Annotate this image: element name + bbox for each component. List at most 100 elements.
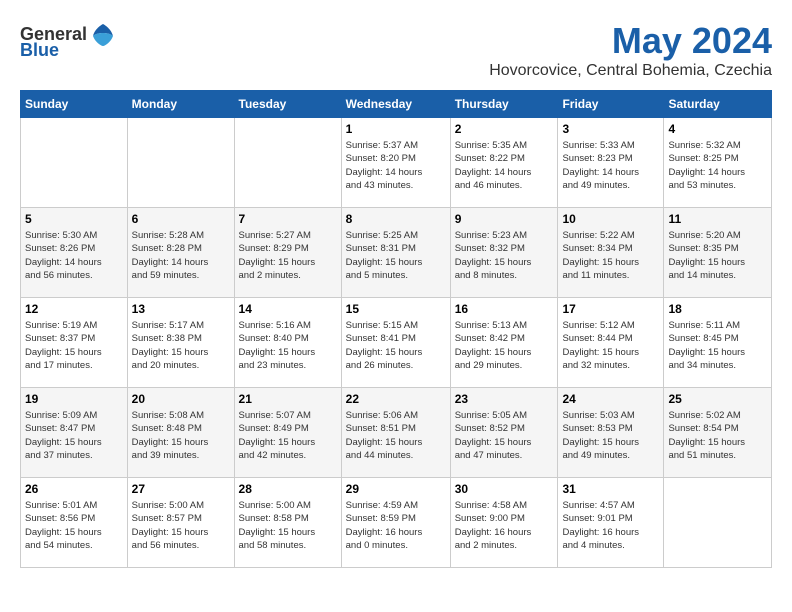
- calendar-cell: 5 Sunrise: 5:30 AM Sunset: 8:26 PM Daylig…: [21, 208, 128, 298]
- month-title: May 2024: [489, 20, 772, 62]
- calendar-cell: 7 Sunrise: 5:27 AM Sunset: 8:29 PM Daylig…: [234, 208, 341, 298]
- weekday-header: Tuesday: [234, 91, 341, 118]
- day-info: Sunrise: 5:02 AM Sunset: 8:54 PM Dayligh…: [668, 409, 767, 462]
- calendar-cell: 26Sunrise: 5:01 AM Sunset: 8:56 PM Dayli…: [21, 478, 128, 568]
- day-number: 9: [455, 212, 554, 226]
- day-number: 11: [668, 212, 767, 226]
- day-info: Sunrise: 5:35 AM Sunset: 8:22 PM Dayligh…: [455, 139, 554, 192]
- day-number: 20: [132, 392, 230, 406]
- day-info: Sunrise: 5:00 AM Sunset: 8:57 PM Dayligh…: [132, 499, 230, 552]
- day-number: 29: [346, 482, 446, 496]
- calendar-cell: 2 Sunrise: 5:35 AM Sunset: 8:22 PM Daylig…: [450, 118, 558, 208]
- logo-icon: [89, 20, 117, 48]
- calendar-week-row: 5 Sunrise: 5:30 AM Sunset: 8:26 PM Daylig…: [21, 208, 772, 298]
- calendar-cell: 24Sunrise: 5:03 AM Sunset: 8:53 PM Dayli…: [558, 388, 664, 478]
- day-number: 19: [25, 392, 123, 406]
- calendar-cell: 4Sunrise: 5:32 AM Sunset: 8:25 PM Daylig…: [664, 118, 772, 208]
- calendar-cell: 29 Sunrise: 4:59 AM Sunset: 8:59 PM Dayli…: [341, 478, 450, 568]
- day-info: Sunrise: 5:37 AM Sunset: 8:20 PM Dayligh…: [346, 139, 446, 192]
- weekday-header: Thursday: [450, 91, 558, 118]
- day-info: Sunrise: 4:58 AM Sunset: 9:00 PM Dayligh…: [455, 499, 554, 552]
- day-number: 2: [455, 122, 554, 136]
- calendar-cell: 31Sunrise: 4:57 AM Sunset: 9:01 PM Dayli…: [558, 478, 664, 568]
- day-info: Sunrise: 5:11 AM Sunset: 8:45 PM Dayligh…: [668, 319, 767, 372]
- day-number: 6: [132, 212, 230, 226]
- weekday-header: Sunday: [21, 91, 128, 118]
- day-number: 22: [346, 392, 446, 406]
- calendar-week-row: 1 Sunrise: 5:37 AM Sunset: 8:20 PM Daylig…: [21, 118, 772, 208]
- day-info: Sunrise: 5:28 AM Sunset: 8:28 PM Dayligh…: [132, 229, 230, 282]
- day-info: Sunrise: 5:16 AM Sunset: 8:40 PM Dayligh…: [239, 319, 337, 372]
- day-number: 23: [455, 392, 554, 406]
- day-info: Sunrise: 5:27 AM Sunset: 8:29 PM Dayligh…: [239, 229, 337, 282]
- calendar-cell: 22 Sunrise: 5:06 AM Sunset: 8:51 PM Dayli…: [341, 388, 450, 478]
- day-info: Sunrise: 4:59 AM Sunset: 8:59 PM Dayligh…: [346, 499, 446, 552]
- day-number: 5: [25, 212, 123, 226]
- weekday-header: Friday: [558, 91, 664, 118]
- day-info: Sunrise: 5:22 AM Sunset: 8:34 PM Dayligh…: [562, 229, 659, 282]
- calendar-cell: 1 Sunrise: 5:37 AM Sunset: 8:20 PM Daylig…: [341, 118, 450, 208]
- calendar-cell: 23 Sunrise: 5:05 AM Sunset: 8:52 PM Dayli…: [450, 388, 558, 478]
- day-number: 3: [562, 122, 659, 136]
- calendar-cell: 17 Sunrise: 5:12 AM Sunset: 8:44 PM Dayli…: [558, 298, 664, 388]
- calendar-week-row: 19 Sunrise: 5:09 AM Sunset: 8:47 PM Dayli…: [21, 388, 772, 478]
- calendar-cell: 14 Sunrise: 5:16 AM Sunset: 8:40 PM Dayli…: [234, 298, 341, 388]
- day-number: 25: [668, 392, 767, 406]
- calendar-cell: [21, 118, 128, 208]
- day-info: Sunrise: 5:30 AM Sunset: 8:26 PM Dayligh…: [25, 229, 123, 282]
- calendar-cell: [127, 118, 234, 208]
- day-info: Sunrise: 5:07 AM Sunset: 8:49 PM Dayligh…: [239, 409, 337, 462]
- day-info: Sunrise: 5:06 AM Sunset: 8:51 PM Dayligh…: [346, 409, 446, 462]
- day-info: Sunrise: 5:33 AM Sunset: 8:23 PM Dayligh…: [562, 139, 659, 192]
- day-info: Sunrise: 5:23 AM Sunset: 8:32 PM Dayligh…: [455, 229, 554, 282]
- day-number: 12: [25, 302, 123, 316]
- day-number: 16: [455, 302, 554, 316]
- calendar-cell: [664, 478, 772, 568]
- logo: General Blue: [20, 20, 117, 61]
- calendar-cell: 27 Sunrise: 5:00 AM Sunset: 8:57 PM Dayli…: [127, 478, 234, 568]
- logo-blue: Blue: [20, 40, 59, 61]
- calendar-cell: 6 Sunrise: 5:28 AM Sunset: 8:28 PM Daylig…: [127, 208, 234, 298]
- calendar-cell: 12 Sunrise: 5:19 AM Sunset: 8:37 PM Dayli…: [21, 298, 128, 388]
- calendar-cell: 3 Sunrise: 5:33 AM Sunset: 8:23 PM Daylig…: [558, 118, 664, 208]
- weekday-header: Wednesday: [341, 91, 450, 118]
- calendar-cell: 8Sunrise: 5:25 AM Sunset: 8:31 PM Daylig…: [341, 208, 450, 298]
- day-number: 21: [239, 392, 337, 406]
- calendar-cell: 19 Sunrise: 5:09 AM Sunset: 8:47 PM Dayli…: [21, 388, 128, 478]
- day-info: Sunrise: 5:25 AM Sunset: 8:31 PM Dayligh…: [346, 229, 446, 282]
- day-number: 1: [346, 122, 446, 136]
- day-number: 15: [346, 302, 446, 316]
- location-title: Hovorcovice, Central Bohemia, Czechia: [489, 62, 772, 80]
- day-number: 28: [239, 482, 337, 496]
- day-number: 7: [239, 212, 337, 226]
- calendar-cell: 16 Sunrise: 5:13 AM Sunset: 8:42 PM Dayli…: [450, 298, 558, 388]
- day-info: Sunrise: 5:20 AM Sunset: 8:35 PM Dayligh…: [668, 229, 767, 282]
- title-area: May 2024 Hovorcovice, Central Bohemia, C…: [489, 20, 772, 80]
- day-info: Sunrise: 5:19 AM Sunset: 8:37 PM Dayligh…: [25, 319, 123, 372]
- calendar-cell: 9 Sunrise: 5:23 AM Sunset: 8:32 PM Daylig…: [450, 208, 558, 298]
- calendar-cell: 30 Sunrise: 4:58 AM Sunset: 9:00 PM Dayli…: [450, 478, 558, 568]
- calendar-cell: 18Sunrise: 5:11 AM Sunset: 8:45 PM Dayli…: [664, 298, 772, 388]
- day-info: Sunrise: 5:13 AM Sunset: 8:42 PM Dayligh…: [455, 319, 554, 372]
- weekday-header: Monday: [127, 91, 234, 118]
- calendar-week-row: 26Sunrise: 5:01 AM Sunset: 8:56 PM Dayli…: [21, 478, 772, 568]
- day-number: 14: [239, 302, 337, 316]
- day-info: Sunrise: 5:03 AM Sunset: 8:53 PM Dayligh…: [562, 409, 659, 462]
- day-number: 30: [455, 482, 554, 496]
- day-info: Sunrise: 5:12 AM Sunset: 8:44 PM Dayligh…: [562, 319, 659, 372]
- day-info: Sunrise: 5:17 AM Sunset: 8:38 PM Dayligh…: [132, 319, 230, 372]
- day-number: 4: [668, 122, 767, 136]
- day-number: 17: [562, 302, 659, 316]
- calendar-cell: 28Sunrise: 5:00 AM Sunset: 8:58 PM Dayli…: [234, 478, 341, 568]
- calendar-cell: 25 Sunrise: 5:02 AM Sunset: 8:54 PM Dayli…: [664, 388, 772, 478]
- calendar-cell: 13 Sunrise: 5:17 AM Sunset: 8:38 PM Dayli…: [127, 298, 234, 388]
- calendar-cell: [234, 118, 341, 208]
- day-info: Sunrise: 5:05 AM Sunset: 8:52 PM Dayligh…: [455, 409, 554, 462]
- day-number: 26: [25, 482, 123, 496]
- day-number: 13: [132, 302, 230, 316]
- day-info: Sunrise: 5:09 AM Sunset: 8:47 PM Dayligh…: [25, 409, 123, 462]
- calendar-cell: 20Sunrise: 5:08 AM Sunset: 8:48 PM Dayli…: [127, 388, 234, 478]
- calendar-table: SundayMondayTuesdayWednesdayThursdayFrid…: [20, 90, 772, 568]
- day-number: 10: [562, 212, 659, 226]
- day-number: 27: [132, 482, 230, 496]
